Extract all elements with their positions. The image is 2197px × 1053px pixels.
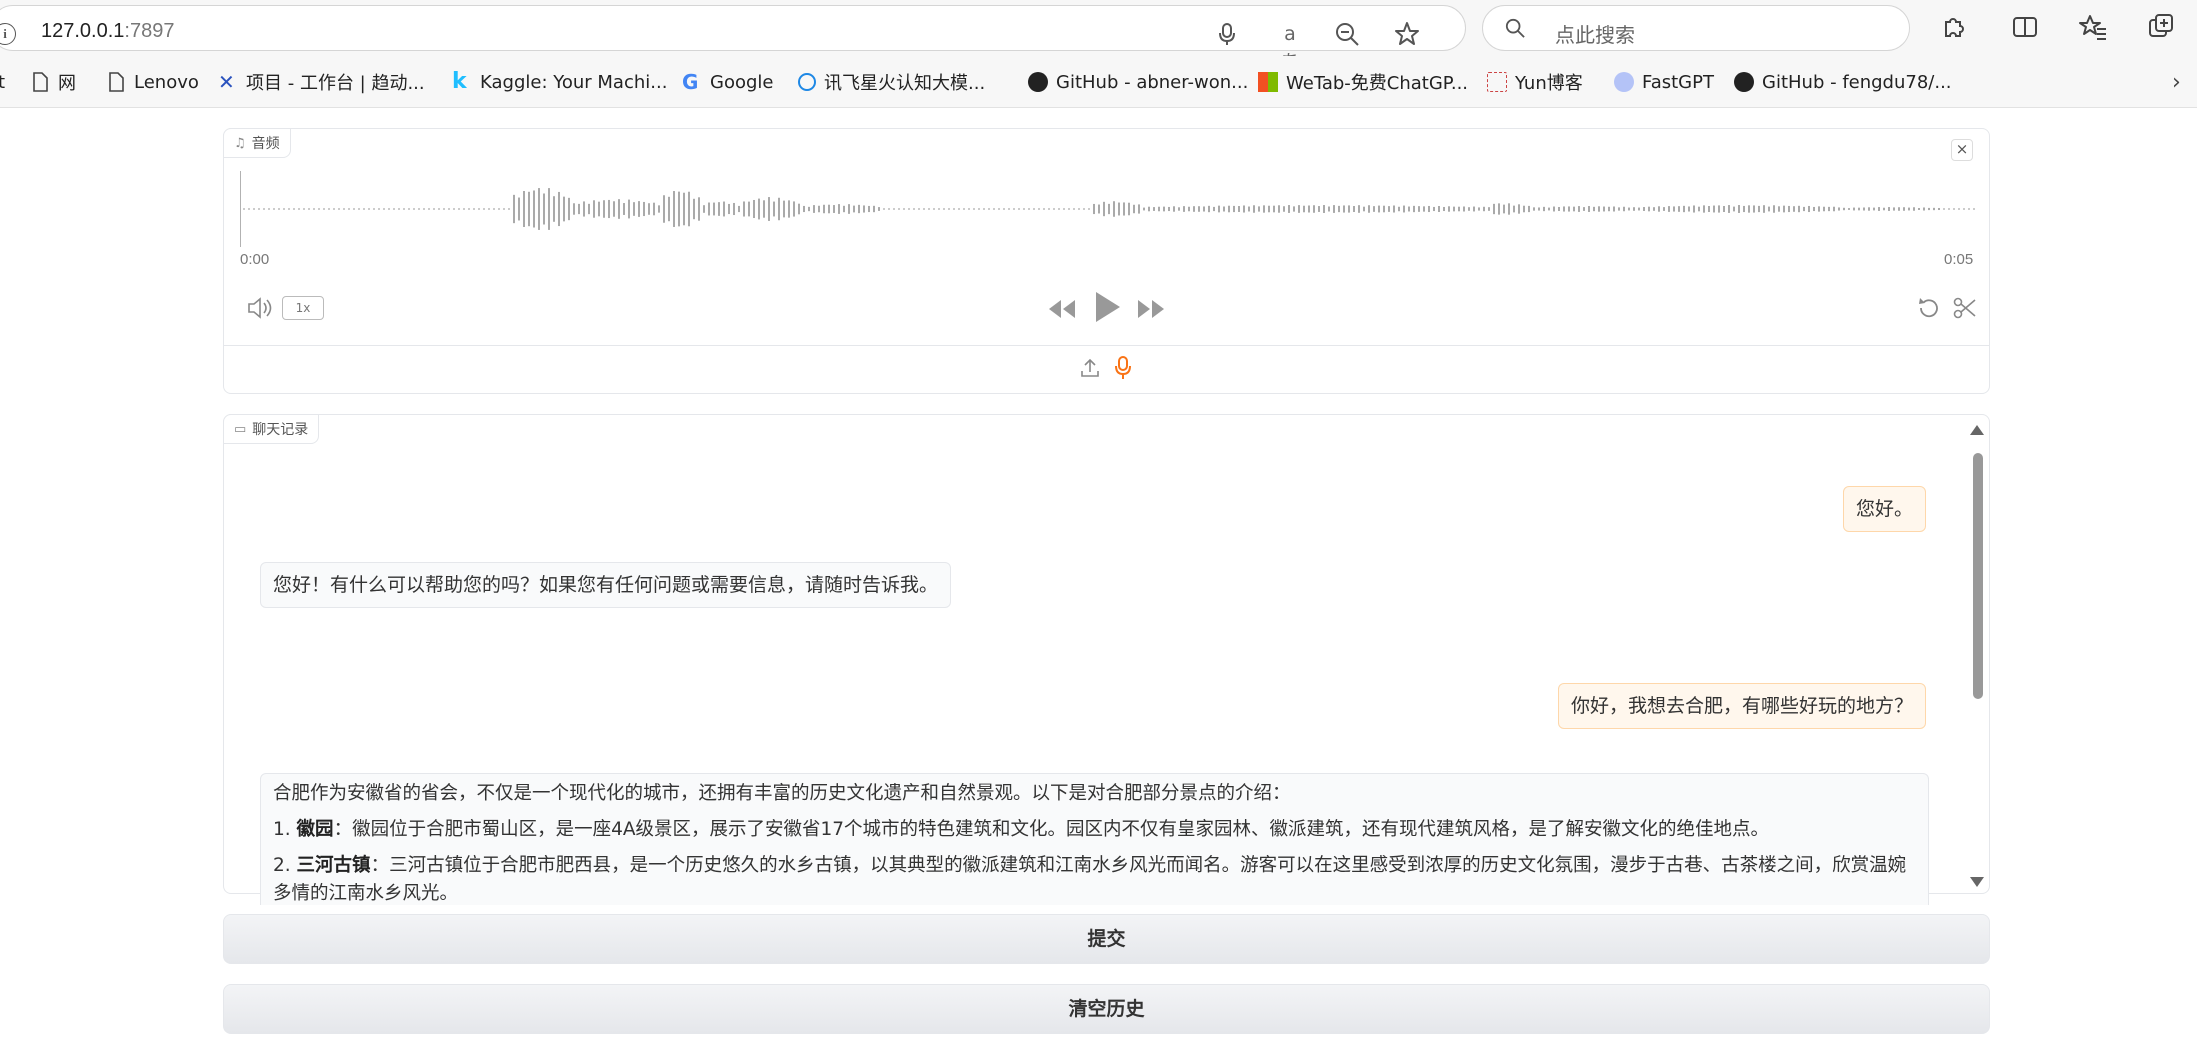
bookmark-label: FastGPT — [1642, 71, 1714, 93]
bookmark-label: t — [0, 71, 6, 93]
github-logo-icon — [1028, 72, 1048, 92]
kaggle-logo-icon: k — [452, 69, 467, 94]
url-host: 127.0.0.1 — [41, 20, 125, 42]
chat-scrollbar-thumb[interactable] — [1973, 453, 1983, 699]
audio-label: 音频 — [251, 136, 280, 152]
bookmark-label: Yun博客 — [1515, 73, 1583, 94]
site-info-icon[interactable]: i — [0, 23, 16, 45]
bookmark-item[interactable]: WeTab-免费ChatGP... — [1258, 69, 1468, 95]
playback-speed-button[interactable]: 1x — [282, 296, 324, 320]
clear-history-button[interactable]: 清空历史 — [223, 984, 1990, 1034]
bookmark-item[interactable]: GitHub - abner-won... — [1028, 69, 1248, 95]
bookmark-label: GitHub - fengdu78/... — [1762, 71, 1952, 93]
audio-waveform[interactable] — [240, 169, 1975, 249]
browser-toolbar: i 127.0.0.1:7897 aあ 点此搜索 — [0, 0, 2197, 73]
time-start: 0:00 — [240, 251, 270, 268]
bookmark-item[interactable]: ✕ 项目 - 工作台 | 趋动... — [218, 69, 425, 95]
bookmark-label: 网 — [58, 73, 76, 94]
bookmark-item[interactable]: t — [0, 69, 5, 95]
search-placeholder: 点此搜索 — [1555, 23, 1635, 47]
attraction-desc: ：三河古镇位于合肥市肥西县，是一个历史悠久的水乡古镇，以其典型的徽派建筑和江南水… — [273, 855, 1907, 904]
bookmark-label: Lenovo — [134, 71, 199, 93]
fastgpt-logo-icon — [1614, 72, 1634, 92]
chat-label: 聊天记录 — [252, 422, 309, 438]
address-bar[interactable]: i 127.0.0.1:7897 aあ — [0, 5, 1466, 73]
fast-forward-icon[interactable] — [1136, 297, 1166, 325]
bookmark-item[interactable]: G Google — [682, 69, 773, 95]
url-port: :7897 — [124, 20, 175, 42]
bookmarks-bar: t 网 Lenovo ✕ 项目 - 工作台 | 趋动... k Kaggle: Yo… — [0, 56, 2197, 108]
list-number: 2. — [273, 855, 291, 876]
user-message: 您好。 — [1842, 486, 1926, 532]
rewind-icon[interactable] — [1047, 297, 1077, 325]
read-aloud-icon[interactable]: aあ — [1276, 20, 1304, 73]
list-number: 1. — [273, 819, 291, 840]
bot-message: 您好！有什么可以帮助您的吗？如果您有任何问题或需要信息，请随时告诉我。 — [260, 562, 952, 608]
wetab-logo-icon — [1258, 72, 1278, 92]
submit-button[interactable]: 提交 — [223, 914, 1990, 964]
chat-label-tag: ▭ 聊天记录 — [223, 414, 320, 444]
bookmark-item[interactable]: 网 — [30, 69, 76, 95]
favorites-icon[interactable] — [2077, 12, 2109, 44]
github-logo-icon — [1734, 72, 1754, 92]
bookmark-label: 项目 - 工作台 | 趋动... — [246, 73, 425, 94]
attraction-name: 徽园 — [296, 819, 334, 840]
audio-label-tag: ♫ 音频 — [223, 128, 291, 158]
scroll-down-arrow-icon[interactable] — [1970, 877, 1984, 887]
list-item: 1. 徽园：徽园位于合肥市蜀山区，是一座4A级景区，展示了安徽省17个城市的特色… — [273, 816, 1916, 844]
audio-panel: ♫ 音频 × 0:00 0:05 1x — [223, 128, 1990, 394]
bot-intro: 合肥作为安徽省的省会，不仅是一个现代化的城市，还拥有丰富的历史文化遗产和自然景观… — [273, 783, 1291, 804]
google-logo-icon: G — [682, 70, 699, 94]
bookmark-label: GitHub - abner-won... — [1056, 71, 1249, 93]
reset-icon[interactable] — [1916, 295, 1942, 325]
page-icon — [109, 72, 124, 92]
list-item: 2. 三河古镇：三河古镇位于合肥市肥西县，是一个历史悠久的水乡古镇，以其典型的徽… — [273, 852, 1916, 905]
virtaitech-logo-icon: ✕ — [218, 70, 235, 94]
scroll-up-arrow-icon[interactable] — [1970, 425, 1984, 435]
bookmark-label: 讯飞星火认知大模... — [824, 73, 986, 94]
user-message: 你好，我想去合肥，有哪些好玩的地方？ — [1557, 683, 1926, 729]
record-microphone-icon[interactable] — [1112, 355, 1134, 385]
bookmark-item[interactable]: Yun博客 — [1487, 69, 1583, 95]
microphone-icon[interactable] — [1213, 20, 1241, 48]
bookmark-item[interactable]: 讯飞星火认知大模... — [798, 69, 985, 95]
bookmark-item[interactable]: k Kaggle: Your Machi... — [452, 69, 667, 95]
chat-history[interactable]: 您好。 您好！有什么可以帮助您的吗？如果您有任何问题或需要信息，请随时告诉我。 … — [224, 445, 1984, 905]
bookmark-item[interactable]: FastGPT — [1614, 69, 1714, 95]
attraction-desc: ：徽园位于合肥市蜀山区，是一座4A级景区，展示了安徽省17个城市的特色建筑和文化… — [333, 819, 1770, 840]
close-icon[interactable]: × — [1951, 139, 1973, 161]
browser-search-box[interactable]: 点此搜索 — [1482, 5, 1910, 51]
audio-divider — [224, 345, 1989, 346]
bookmark-label: WeTab-免费ChatGP... — [1286, 73, 1469, 94]
zoom-out-icon[interactable] — [1333, 20, 1361, 48]
chat-panel: ▭ 聊天记录 您好。 您好！有什么可以帮助您的吗？如果您有任何问题或需要信息，请随… — [223, 414, 1990, 905]
play-icon[interactable] — [1092, 289, 1122, 329]
search-icon — [1505, 18, 1525, 38]
url-text[interactable]: 127.0.0.1:7897 — [41, 20, 174, 43]
page-icon — [33, 72, 48, 92]
trim-scissors-icon[interactable] — [1952, 295, 1978, 325]
time-end: 0:05 — [1944, 251, 1974, 268]
chat-bubble-icon: ▭ — [234, 421, 247, 437]
bookmark-label: Kaggle: Your Machi... — [480, 71, 668, 93]
bookmark-item[interactable]: Lenovo — [106, 69, 199, 95]
bookmark-label: Google — [710, 71, 774, 93]
upload-icon[interactable] — [1079, 357, 1101, 383]
collections-icon[interactable] — [2145, 12, 2177, 44]
chevron-right-icon[interactable]: › — [2172, 69, 2181, 95]
split-screen-icon[interactable] — [2009, 12, 2041, 44]
bot-message: 合肥作为安徽省的省会，不仅是一个现代化的城市，还拥有丰富的历史文化遗产和自然景观… — [260, 773, 1929, 905]
favorite-star-icon[interactable] — [1393, 20, 1421, 48]
volume-icon[interactable] — [246, 295, 274, 325]
bookmark-item[interactable]: GitHub - fengdu78/... — [1734, 69, 1952, 95]
extensions-icon[interactable] — [1937, 12, 1969, 44]
music-note-icon: ♫ — [234, 135, 246, 151]
iflytek-logo-icon — [798, 73, 816, 91]
attraction-name: 三河古镇 — [296, 855, 371, 876]
yun-blog-logo-icon — [1487, 72, 1507, 92]
